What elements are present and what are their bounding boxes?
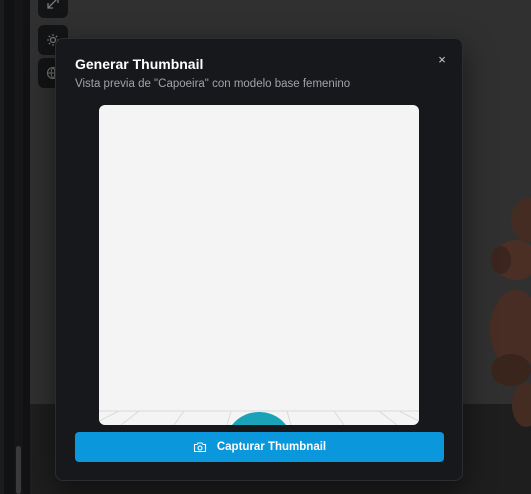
camera-icon [193,440,207,454]
preview-floor-grid [99,410,419,425]
dialog-subtitle: Vista previa de "Capoeira" con modelo ba… [75,78,351,90]
model-head [232,412,286,425]
thumbnail-preview[interactable] [99,105,419,425]
capture-thumbnail-button[interactable]: Capturar Thumbnail [75,432,444,462]
thumbnail-dialog: Generar Thumbnail Vista previa de "Capoe… [55,38,463,481]
close-icon: × [438,51,446,67]
close-button[interactable]: × [434,51,450,67]
capture-button-label: Capturar Thumbnail [216,441,327,453]
dialog-title: Generar Thumbnail [75,56,204,72]
